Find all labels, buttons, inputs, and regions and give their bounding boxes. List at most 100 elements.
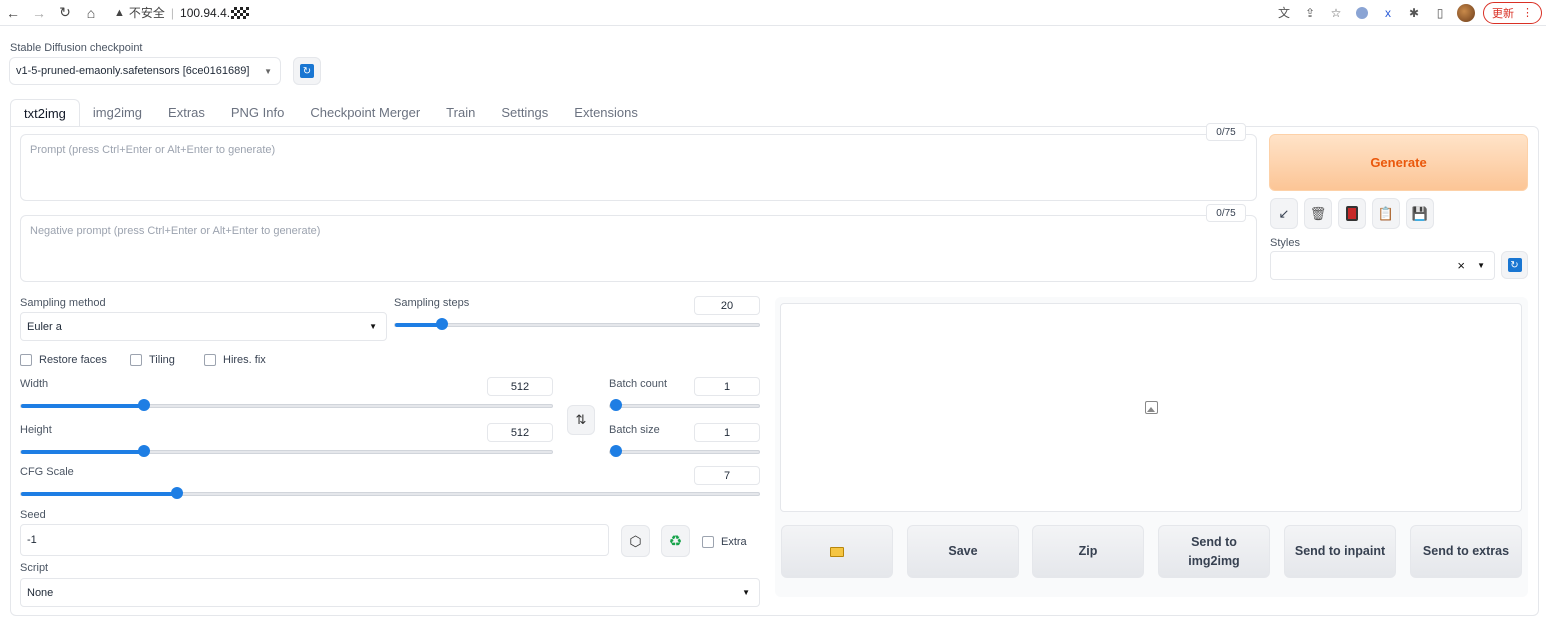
image-placeholder-icon <box>1144 401 1158 414</box>
restore-faces-label: Restore faces <box>39 354 107 366</box>
tab-txt2img[interactable]: txt2img <box>10 99 80 127</box>
checkpoint-label: Stable Diffusion checkpoint <box>10 42 143 54</box>
refresh-checkpoint-button[interactable]: ↻ <box>293 57 321 85</box>
open-folder-button[interactable] <box>781 525 893 578</box>
refresh-icon: ↻ <box>300 64 314 78</box>
browser-toolbar: ← → ↻ ⌂ ▲ 不安全 | 100.94.4. 文 ⇪ ☆ x ✱ ▯ 更新… <box>0 0 1546 26</box>
extra-seed-checkbox[interactable]: Extra <box>702 536 747 548</box>
tab-settings[interactable]: Settings <box>488 99 561 127</box>
clear-prompt-button[interactable]: 🗑 <box>1304 198 1332 229</box>
redacted-url-part <box>231 6 250 19</box>
batch-count-input[interactable]: 1 <box>694 377 760 396</box>
negative-prompt-input[interactable]: Negative prompt (press Ctrl+Enter or Alt… <box>20 215 1257 282</box>
save-style-button[interactable]: 💾 <box>1406 198 1434 229</box>
batch-size-slider[interactable] <box>609 445 760 457</box>
tab-extensions[interactable]: Extensions <box>561 99 651 127</box>
sidepanel-icon[interactable]: ▯ <box>1431 4 1449 22</box>
seed-input[interactable]: -1 <box>20 524 609 556</box>
translate-icon[interactable]: 文 <box>1275 4 1293 22</box>
script-select[interactable]: None ▼ <box>20 578 760 607</box>
width-slider[interactable] <box>20 399 553 411</box>
apply-style-button[interactable]: 📋 <box>1372 198 1400 229</box>
send-to-extras-button[interactable]: Send to extras <box>1410 525 1522 578</box>
clear-icon[interactable]: × <box>1457 258 1465 273</box>
restore-faces-checkbox[interactable]: Restore faces <box>20 354 107 366</box>
floppy-icon: 💾 <box>1411 205 1429 221</box>
cfg-scale-slider[interactable] <box>20 487 760 499</box>
height-input[interactable]: 512 <box>487 423 553 442</box>
sampling-method-select[interactable]: Euler a ▼ <box>20 312 387 341</box>
chevron-down-icon: ▼ <box>264 66 272 76</box>
tab-png-info[interactable]: PNG Info <box>218 99 297 127</box>
star-icon[interactable]: ☆ <box>1327 4 1345 22</box>
home-icon[interactable]: ⌂ <box>78 1 104 25</box>
tab-extras[interactable]: Extras <box>155 99 218 127</box>
script-label: Script <box>20 562 49 574</box>
chevron-down-icon: ▼ <box>369 322 377 331</box>
styles-select[interactable]: × ▼ <box>1270 251 1495 280</box>
batch-size-label: Batch size <box>609 424 660 436</box>
sampling-method-label: Sampling method <box>20 297 106 309</box>
send-to-img2img-button[interactable]: Send to img2img <box>1158 525 1270 578</box>
address-bar[interactable]: ▲ 不安全 | 100.94.4. <box>108 2 1267 24</box>
sampling-steps-slider[interactable] <box>394 318 760 330</box>
cfg-scale-input[interactable]: 7 <box>694 466 760 485</box>
batch-count-slider[interactable] <box>609 399 760 411</box>
refresh-icon: ↻ <box>1507 258 1522 272</box>
checkpoint-select[interactable]: v1-5-pruned-emaonly.safetensors [6ce0161… <box>9 57 281 85</box>
batch-size-input[interactable]: 1 <box>694 423 760 442</box>
profile-avatar[interactable] <box>1457 3 1475 22</box>
warning-icon: ▲ <box>114 6 125 19</box>
tab-train[interactable]: Train <box>433 99 488 127</box>
chevron-down-icon: ▼ <box>1477 261 1485 270</box>
tab-img2img[interactable]: img2img <box>80 99 155 127</box>
url-text: 100.94.4. <box>180 5 231 20</box>
clipboard-icon: 📋 <box>1377 205 1395 221</box>
negative-prompt-token-counter: 0/75 <box>1206 204 1246 222</box>
tab-checkpoint-merger[interactable]: Checkpoint Merger <box>297 99 433 127</box>
sampling-steps-label: Sampling steps <box>394 297 470 309</box>
dice-icon: ⬡ <box>629 532 642 549</box>
update-label: 更新 <box>1492 7 1514 20</box>
forward-icon[interactable]: → <box>26 1 52 25</box>
prompt-token-counter: 0/75 <box>1206 123 1246 141</box>
extension-circle-icon[interactable] <box>1353 4 1371 22</box>
height-slider[interactable] <box>20 445 553 457</box>
prompt-input[interactable]: Prompt (press Ctrl+Enter or Alt+Enter to… <box>20 134 1257 201</box>
card-icon <box>1346 206 1358 221</box>
extension-x-icon[interactable]: x <box>1379 4 1397 22</box>
hires-fix-label: Hires. fix <box>223 354 266 366</box>
checkbox-box <box>204 354 216 366</box>
extra-label: Extra <box>721 536 747 548</box>
script-value: None <box>27 586 54 599</box>
generate-button[interactable]: Generate <box>1269 134 1528 191</box>
random-seed-button[interactable]: ⬡ <box>621 525 650 557</box>
share-icon[interactable]: ⇪ <box>1301 4 1319 22</box>
puzzle-icon[interactable]: ✱ <box>1405 4 1423 22</box>
folder-icon <box>830 546 844 557</box>
reuse-seed-button[interactable]: ♻ <box>661 525 690 557</box>
hires-fix-checkbox[interactable]: Hires. fix <box>204 354 266 366</box>
reload-icon[interactable]: ↻ <box>52 1 78 25</box>
tiling-label: Tiling <box>149 354 175 366</box>
back-icon[interactable]: ← <box>0 1 26 25</box>
tiling-checkbox[interactable]: Tiling <box>130 354 175 366</box>
sampling-method-value: Euler a <box>27 320 62 333</box>
width-label: Width <box>20 378 49 390</box>
output-gallery <box>780 303 1522 512</box>
height-label: Height <box>20 424 52 436</box>
zip-button[interactable]: Zip <box>1032 525 1144 578</box>
read-params-button[interactable]: ↙ <box>1270 198 1298 229</box>
swap-dimensions-button[interactable]: ⇅ <box>567 405 595 435</box>
refresh-styles-button[interactable]: ↻ <box>1501 251 1528 279</box>
insecure-label: 不安全 <box>128 6 165 20</box>
extra-networks-button[interactable] <box>1338 198 1366 229</box>
address-separator: | <box>170 5 175 20</box>
update-button[interactable]: 更新 ⋮ <box>1483 1 1542 24</box>
send-to-inpaint-button[interactable]: Send to inpaint <box>1284 525 1396 578</box>
checkbox-box <box>702 536 714 548</box>
sampling-steps-input[interactable]: 20 <box>694 296 760 315</box>
width-input[interactable]: 512 <box>487 377 553 396</box>
cfg-scale-label: CFG Scale <box>20 466 74 478</box>
save-button[interactable]: Save <box>907 525 1019 578</box>
